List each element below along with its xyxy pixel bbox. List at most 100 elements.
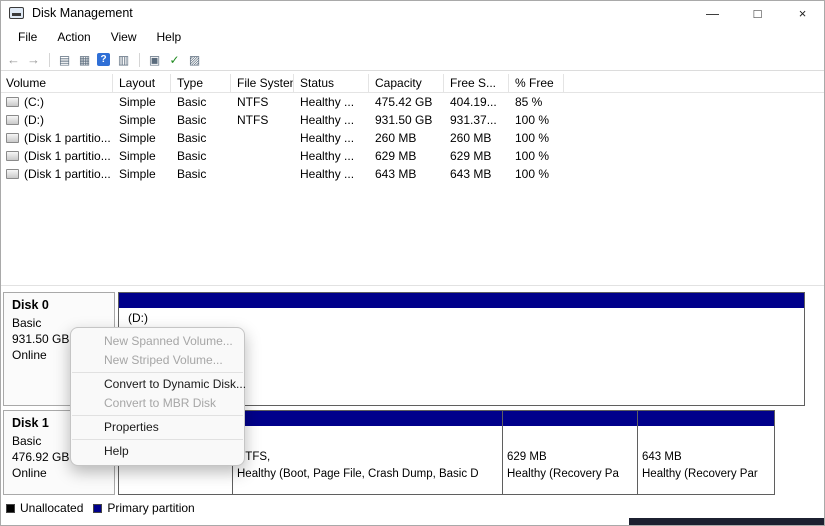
- volume-pct-free: 100 %: [515, 149, 550, 163]
- volume-free-space: 931.37...: [450, 113, 497, 127]
- minimize-button[interactable]: —: [690, 0, 735, 26]
- volume-name: (Disk 1 partitio...: [24, 149, 111, 163]
- volume-free-space: 404.19...: [450, 95, 497, 109]
- volume-row[interactable]: (C:) Simple Basic NTFS Healthy ... 475.4…: [0, 93, 825, 111]
- export-list-icon[interactable]: ▥: [114, 51, 133, 68]
- volume-layout: Simple: [119, 113, 156, 127]
- menu-item-new-striped-volume: New Striped Volume...: [104, 353, 223, 367]
- window-title: Disk Management: [32, 6, 133, 20]
- properties-icon[interactable]: ▦: [75, 51, 94, 68]
- menu-item-convert-to-dynamic-disk[interactable]: Convert to Dynamic Disk...: [71, 375, 246, 394]
- disk-list-icon[interactable]: ▣: [145, 51, 164, 68]
- column-header-layout[interactable]: Layout: [113, 74, 171, 92]
- maximize-button[interactable]: □: [735, 0, 780, 26]
- volume-icon: [6, 97, 19, 107]
- context-menu: New Spanned Volume... New Striped Volume…: [70, 327, 246, 466]
- column-header-type[interactable]: Type: [171, 74, 231, 92]
- menu-item-convert-to-mbr-disk: Convert to MBR Disk: [104, 396, 217, 410]
- back-icon[interactable]: ←: [4, 51, 23, 68]
- column-header-pct-free[interactable]: % Free: [509, 74, 564, 92]
- volume-name: (Disk 1 partitio...: [24, 131, 111, 145]
- menu-item-new-spanned-volume: New Spanned Volume...: [104, 334, 233, 348]
- refresh-check-icon[interactable]: ✓: [165, 51, 184, 68]
- menu-action[interactable]: Action: [47, 27, 100, 48]
- forward-icon[interactable]: →: [24, 51, 43, 68]
- column-header-file-system[interactable]: File System: [231, 74, 294, 92]
- column-header-capacity[interactable]: Capacity: [369, 74, 444, 92]
- disk1-partition-recovery1[interactable]: 629 MB Healthy (Recovery Pa: [503, 410, 638, 495]
- menu-separator: [72, 439, 243, 440]
- volume-type: Basic: [177, 95, 207, 109]
- disk-management-app-icon: [9, 7, 24, 19]
- volume-capacity: 931.50 GB: [375, 113, 433, 127]
- volume-layout: Simple: [119, 95, 156, 109]
- disk1-partition-boot[interactable]: NTFS, Healthy (Boot, Page File, Crash Du…: [233, 410, 503, 495]
- toolbar-separator: [139, 52, 140, 67]
- column-header-status[interactable]: Status: [294, 74, 369, 92]
- volume-row[interactable]: (Disk 1 partitio... Simple Basic Healthy…: [0, 129, 825, 147]
- partition-header-bar: [233, 411, 502, 426]
- disk1-partition-recovery2[interactable]: 643 MB Healthy (Recovery Par: [638, 410, 775, 495]
- volume-pct-free: 100 %: [515, 167, 550, 181]
- help-icon[interactable]: ?: [97, 53, 110, 66]
- toolbar-separator: [49, 52, 50, 67]
- legend-unallocated-label: Unallocated: [20, 501, 84, 515]
- volume-icon: [6, 151, 19, 161]
- unallocated-swatch-icon: [6, 503, 15, 513]
- menu-item-help[interactable]: Help: [71, 442, 244, 461]
- primary-partition-swatch-icon: [93, 503, 103, 513]
- volume-capacity: 643 MB: [375, 167, 417, 181]
- volume-type: Basic: [177, 113, 207, 127]
- volume-name: (C:): [24, 95, 44, 109]
- volume-name: (Disk 1 partitio...: [24, 167, 111, 181]
- pane-splitter[interactable]: [0, 285, 825, 286]
- volume-type: Basic: [177, 149, 207, 163]
- volume-capacity: 260 MB: [375, 131, 417, 145]
- volume-capacity: 475.42 GB: [375, 95, 433, 109]
- partition-status-label: Healthy (Recovery Par: [642, 468, 758, 480]
- console-tree-icon[interactable]: ▤: [55, 51, 74, 68]
- partition-header-bar: [119, 293, 804, 308]
- partition-header-bar: [503, 411, 637, 426]
- volume-status: Healthy ...: [300, 149, 355, 163]
- volume-free-space: 260 MB: [450, 131, 492, 145]
- menu-file[interactable]: File: [8, 27, 47, 48]
- column-header-volume[interactable]: Volume: [0, 74, 113, 92]
- disk0-partition-label: (D:): [128, 311, 148, 325]
- menu-help[interactable]: Help: [147, 27, 192, 48]
- window-controls: — □ ×: [690, 0, 825, 26]
- volume-layout: Simple: [119, 167, 156, 181]
- menu-view[interactable]: View: [101, 27, 147, 48]
- disk0-name: Disk 0: [12, 298, 49, 312]
- menu-separator: [72, 372, 243, 373]
- volume-icon: [6, 169, 19, 179]
- volume-pct-free: 85 %: [515, 95, 543, 109]
- volume-free-space: 629 MB: [450, 149, 492, 163]
- toolbar: ← → ▤ ▦ ? ▥ ▣ ✓ ▨: [0, 49, 825, 71]
- column-header-filler: [564, 74, 825, 92]
- legend-primary-label: Primary partition: [107, 501, 195, 515]
- partition-size-label: 629 MB: [507, 451, 547, 463]
- close-button[interactable]: ×: [780, 0, 825, 26]
- volume-status: Healthy ...: [300, 113, 355, 127]
- volume-status: Healthy ...: [300, 131, 355, 145]
- volume-type: Basic: [177, 131, 207, 145]
- menu-item-properties[interactable]: Properties: [71, 418, 244, 437]
- volume-layout: Simple: [119, 149, 156, 163]
- volume-table-header: Volume Layout Type File System Status Ca…: [0, 74, 825, 93]
- volume-pct-free: 100 %: [515, 113, 550, 127]
- volume-pct-free: 100 %: [515, 131, 550, 145]
- legend: Unallocated Primary partition: [0, 498, 195, 518]
- taskbar-fragment[interactable]: [629, 518, 825, 526]
- column-header-free-space[interactable]: Free S...: [444, 74, 509, 92]
- volume-status: Healthy ...: [300, 167, 355, 181]
- volume-capacity: 629 MB: [375, 149, 417, 163]
- graphical-view-icon[interactable]: ▨: [185, 51, 204, 68]
- partition-status-label: Healthy (Boot, Page File, Crash Dump, Ba…: [237, 468, 479, 480]
- partition-size-label: NTFS,: [237, 451, 271, 463]
- menu-separator: [72, 415, 243, 416]
- volume-file-system: NTFS: [237, 95, 269, 109]
- volume-row[interactable]: (Disk 1 partitio... Simple Basic Healthy…: [0, 147, 825, 165]
- volume-row[interactable]: (Disk 1 partitio... Simple Basic Healthy…: [0, 165, 825, 183]
- volume-row[interactable]: (D:) Simple Basic NTFS Healthy ... 931.5…: [0, 111, 825, 129]
